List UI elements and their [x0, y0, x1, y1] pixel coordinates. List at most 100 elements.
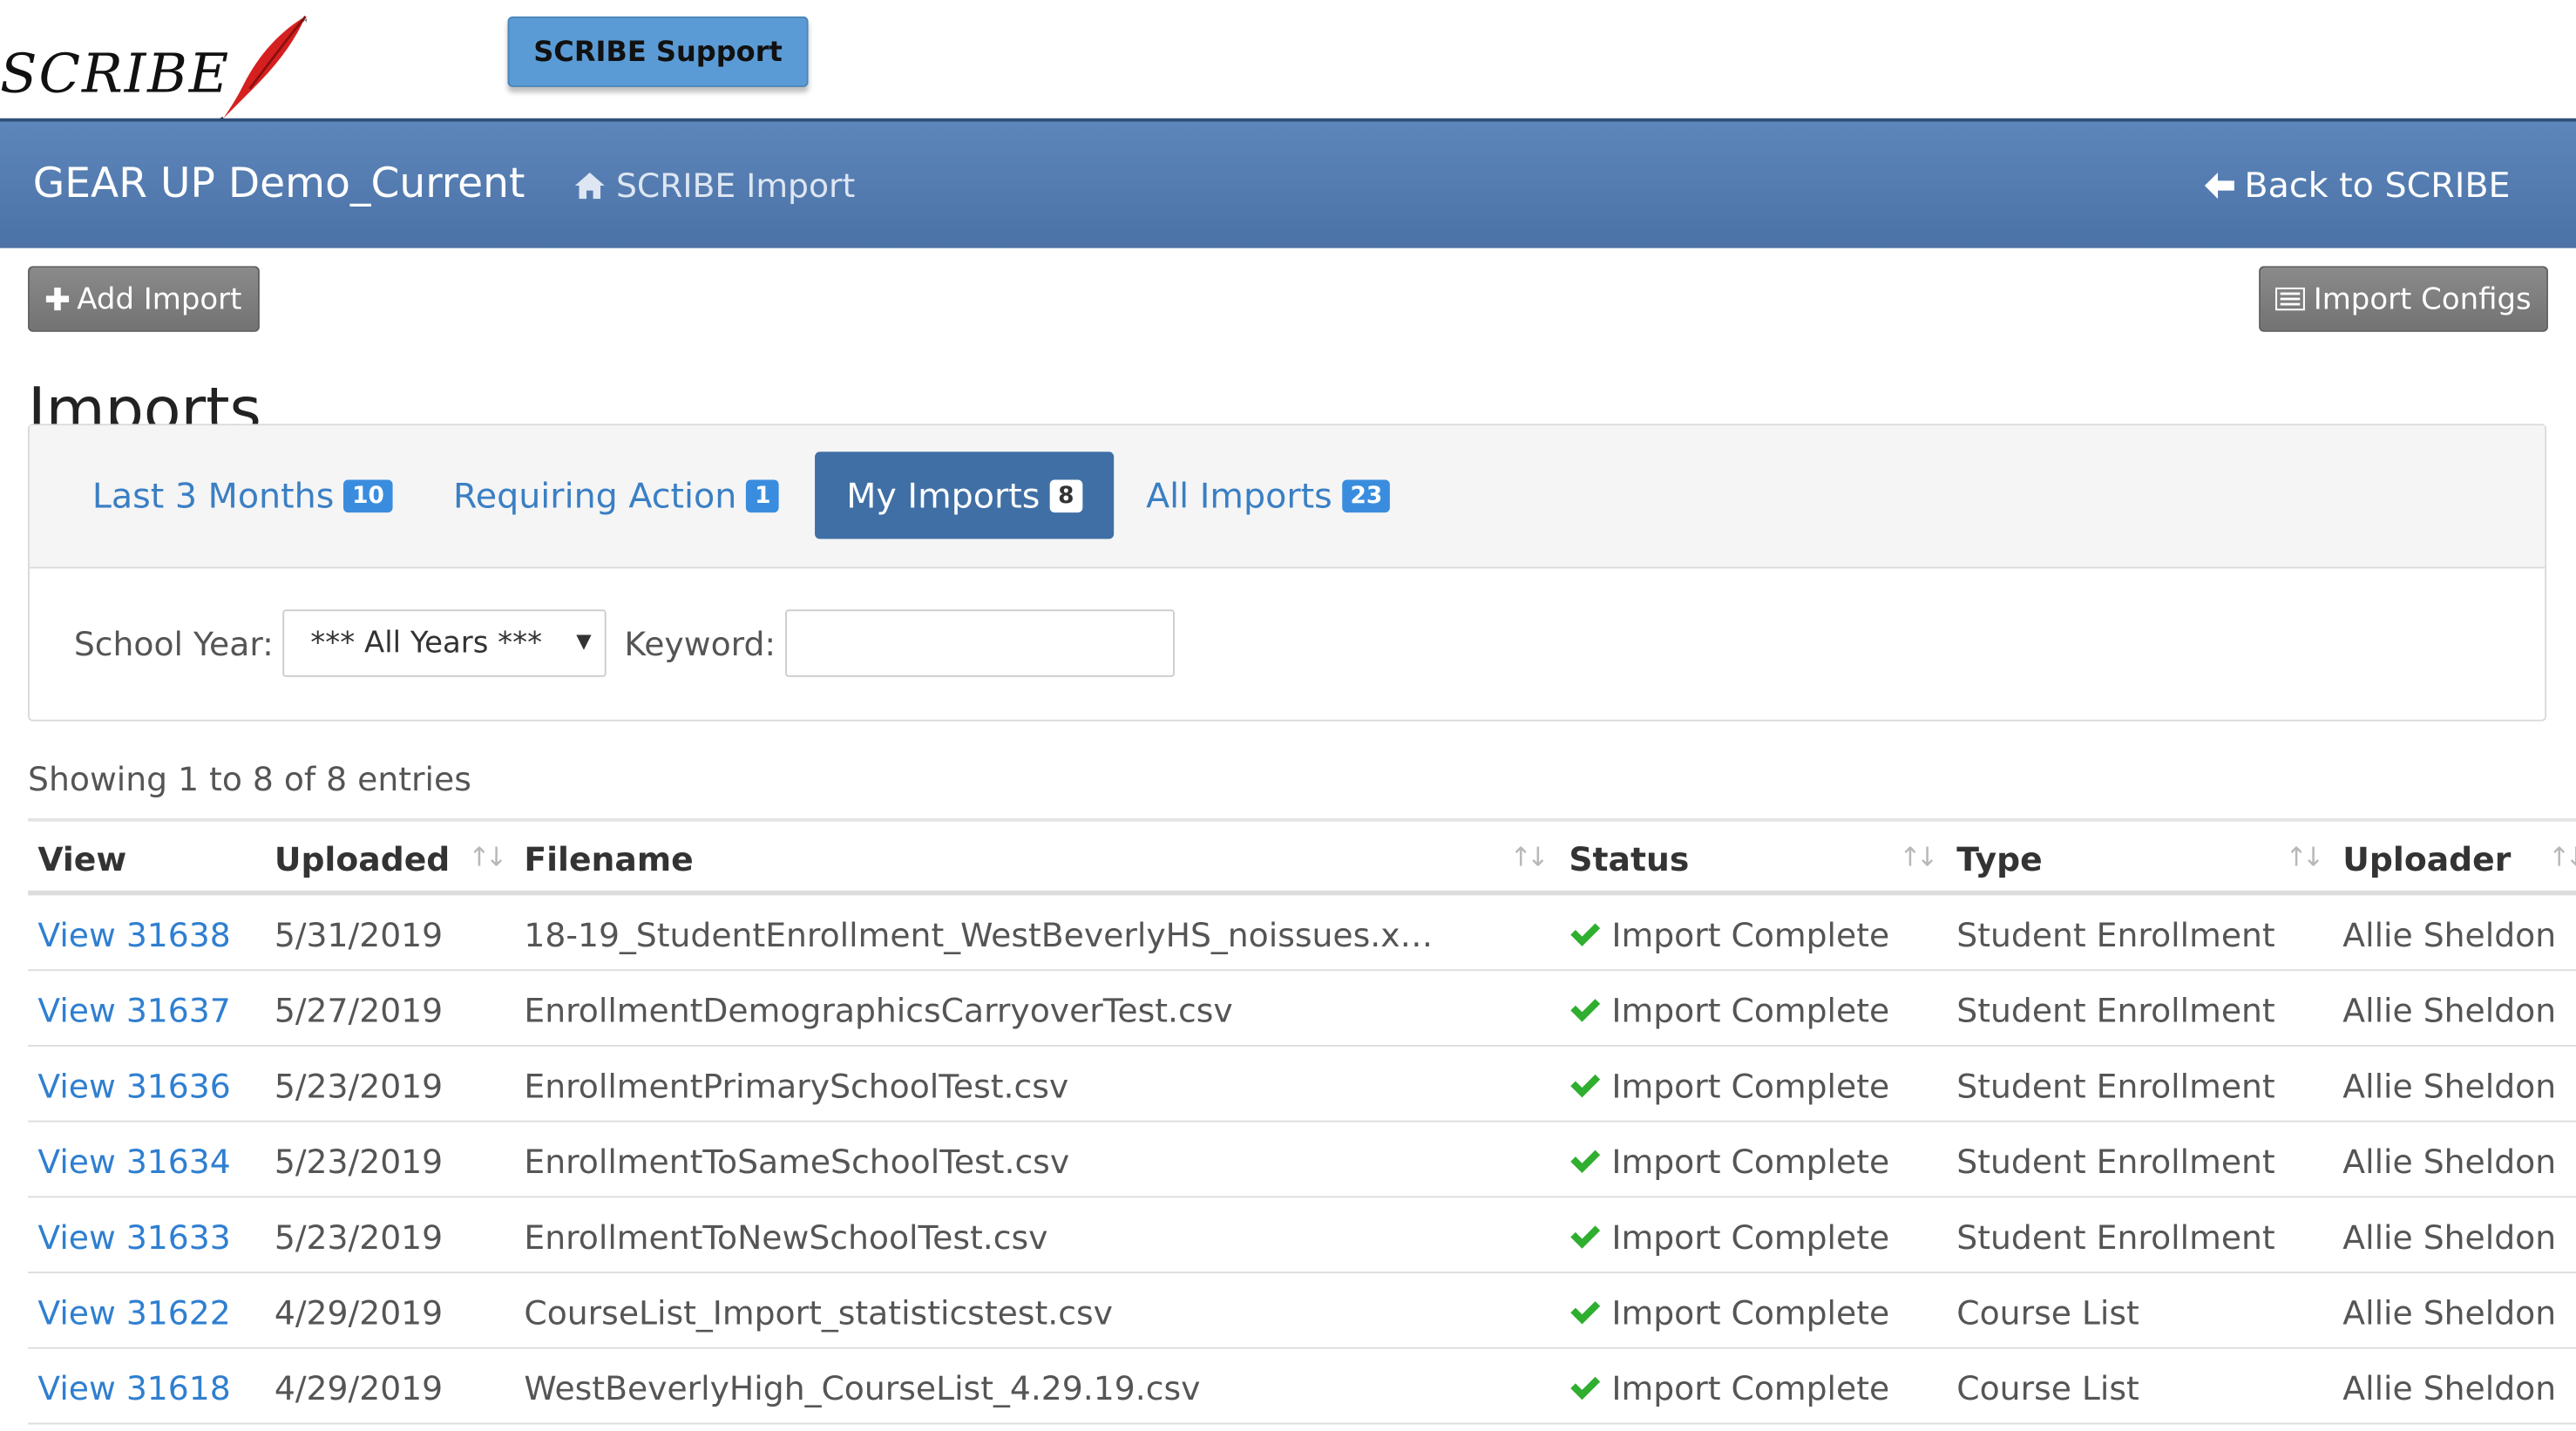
- status-text: Import Complete: [1611, 915, 1890, 955]
- list-icon: [2275, 287, 2306, 311]
- table-row: View 31637 5/27/2019 EnrollmentDemograph…: [28, 971, 2576, 1047]
- column-header-uploaded[interactable]: Uploaded: [275, 838, 450, 880]
- table-row: View 31638 5/31/2019 18-19_StudentEnroll…: [28, 895, 2576, 972]
- sort-icon[interactable]: ↑↓: [1899, 841, 1938, 874]
- filter-panel: Last 3 Months 10 Requiring Action 1 My I…: [28, 424, 2547, 722]
- view-link[interactable]: View 31618: [37, 1367, 230, 1409]
- top-bar: SCRIBE ™ SCRIBE Support: [0, 0, 2576, 122]
- imports-table: View Uploaded ↑↓ Filename ↑↓ Status ↑↓ T…: [28, 817, 2576, 1425]
- view-link[interactable]: View 31638: [37, 913, 230, 956]
- view-link[interactable]: View 31633: [37, 1216, 230, 1258]
- tab-my-imports[interactable]: My Imports 8: [815, 451, 1115, 539]
- checkmark-icon: [1570, 1225, 1601, 1249]
- tab-label: Requiring Action: [452, 475, 737, 516]
- count-badge: 10: [343, 478, 393, 512]
- school-year-select[interactable]: *** All Years *** ▼: [282, 609, 607, 677]
- scribe-support-button[interactable]: SCRIBE Support: [507, 16, 809, 87]
- status-cell: Import Complete: [1569, 1367, 1889, 1409]
- import-type: Student Enrollment: [1956, 1142, 2275, 1182]
- arrow-left-icon: [2205, 172, 2235, 200]
- sort-icon[interactable]: ↑↓: [2548, 841, 2576, 874]
- column-header-status[interactable]: Status: [1569, 838, 1689, 880]
- plus-icon: [45, 287, 69, 311]
- view-link[interactable]: View 31622: [37, 1292, 230, 1334]
- status-text: Import Complete: [1611, 1217, 1890, 1258]
- page: SCRIBE ™ SCRIBE Support GEAR UP Demo_Cur…: [0, 0, 2576, 1431]
- school-year-label: School Year:: [73, 624, 274, 664]
- sort-icon[interactable]: ↑↓: [1509, 841, 1549, 874]
- column-header-filename[interactable]: Filename: [524, 838, 693, 880]
- status-text: Import Complete: [1611, 1142, 1890, 1182]
- checkmark-icon: [1570, 1074, 1601, 1098]
- keyword-label: Keyword:: [624, 624, 776, 664]
- app-title[interactable]: GEAR UP Demo_Current: [33, 158, 525, 210]
- table-header: View Uploaded ↑↓ Filename ↑↓ Status ↑↓ T…: [28, 817, 2576, 896]
- trademark-mark: ™: [299, 17, 309, 30]
- column-header-uploader[interactable]: Uploader: [2342, 838, 2511, 880]
- import-type: Student Enrollment: [1956, 1217, 2275, 1258]
- count-badge: 8: [1049, 478, 1082, 512]
- filename: 18-19_StudentEnrollment_WestBeverlyHS_no…: [524, 915, 1436, 955]
- view-link[interactable]: View 31636: [37, 1065, 230, 1108]
- back-link-label: Back to SCRIBE: [2244, 166, 2511, 206]
- checkmark-icon: [1570, 999, 1601, 1022]
- uploader: Allie Sheldon: [2342, 915, 2557, 955]
- tab-label: Last 3 Months: [92, 475, 335, 516]
- add-import-button[interactable]: Add Import: [28, 266, 260, 332]
- status-text: Import Complete: [1611, 1292, 1890, 1333]
- filename: EnrollmentToSameSchoolTest.csv: [524, 1142, 1070, 1182]
- count-badge: 1: [746, 478, 779, 512]
- sort-icon[interactable]: ↑↓: [468, 841, 507, 874]
- count-badge: 23: [1342, 478, 1391, 512]
- status-cell: Import Complete: [1569, 989, 1889, 1032]
- sort-icon[interactable]: ↑↓: [2285, 841, 2324, 874]
- keyword-input[interactable]: [785, 609, 1175, 677]
- table-row: View 31622 4/29/2019 CourseList_Import_s…: [28, 1273, 2576, 1349]
- tab-all-imports[interactable]: All Imports 23: [1130, 451, 1407, 539]
- tab-requiring-action[interactable]: Requiring Action 1: [444, 451, 789, 539]
- checkmark-icon: [1570, 1301, 1601, 1325]
- filename: EnrollmentDemographicsCarryoverTest.csv: [524, 990, 1233, 1031]
- school-year-value: *** All Years ***: [310, 626, 543, 661]
- caret-down-icon: ▼: [576, 629, 592, 653]
- scribe-logo[interactable]: SCRIBE ™: [0, 13, 329, 122]
- back-to-scribe-link[interactable]: Back to SCRIBE: [2203, 165, 2511, 207]
- tab-bar: Last 3 Months 10 Requiring Action 1 My I…: [29, 425, 2545, 569]
- uploader: Allie Sheldon: [2342, 1066, 2557, 1106]
- import-type: Student Enrollment: [1956, 915, 2275, 955]
- tab-label: All Imports: [1146, 475, 1332, 516]
- table-row: View 31636 5/23/2019 EnrollmentPrimarySc…: [28, 1047, 2576, 1122]
- status-cell: Import Complete: [1569, 913, 1889, 956]
- app-header: GEAR UP Demo_Current SCRIBE Import Back …: [0, 121, 2576, 248]
- import-configs-label: Import Configs: [2313, 281, 2532, 316]
- view-link[interactable]: View 31634: [37, 1140, 230, 1183]
- logo-text: SCRIBE: [0, 41, 231, 105]
- column-header-type[interactable]: Type: [1956, 838, 2042, 880]
- checkmark-icon: [1570, 923, 1601, 946]
- filename: EnrollmentPrimarySchoolTest.csv: [524, 1066, 1069, 1106]
- table-body: View 31638 5/31/2019 18-19_StudentEnroll…: [28, 895, 2576, 1425]
- uploaded-date: 5/23/2019: [274, 1142, 444, 1182]
- breadcrumb-scribe-import[interactable]: SCRIBE Import: [573, 165, 855, 207]
- uploader: Allie Sheldon: [2342, 990, 2557, 1031]
- status-cell: Import Complete: [1569, 1065, 1889, 1108]
- import-configs-button[interactable]: Import Configs: [2259, 266, 2548, 332]
- uploader: Allie Sheldon: [2342, 1142, 2557, 1182]
- table-row: View 31633 5/23/2019 EnrollmentToNewScho…: [28, 1197, 2576, 1274]
- add-import-label: Add Import: [77, 281, 242, 316]
- filename: CourseList_Import_statisticstest.csv: [524, 1292, 1113, 1333]
- uploader: Allie Sheldon: [2342, 1292, 2557, 1333]
- import-type: Student Enrollment: [1956, 990, 2275, 1031]
- uploaded-date: 5/23/2019: [274, 1217, 444, 1258]
- table-row: View 31634 5/23/2019 EnrollmentToSameSch…: [28, 1122, 2576, 1198]
- uploader: Allie Sheldon: [2342, 1217, 2557, 1258]
- filename: WestBeverlyHigh_CourseList_4.29.19.csv: [524, 1368, 1201, 1408]
- status-cell: Import Complete: [1569, 1292, 1889, 1334]
- view-link[interactable]: View 31637: [37, 989, 230, 1032]
- column-header-view[interactable]: View: [37, 838, 126, 880]
- uploaded-date: 5/31/2019: [274, 915, 444, 955]
- tab-last-3-months[interactable]: Last 3 Months 10: [82, 451, 403, 539]
- tab-label: My Imports: [846, 475, 1041, 516]
- breadcrumb-label: SCRIBE Import: [615, 166, 856, 206]
- import-type: Student Enrollment: [1956, 1066, 2275, 1106]
